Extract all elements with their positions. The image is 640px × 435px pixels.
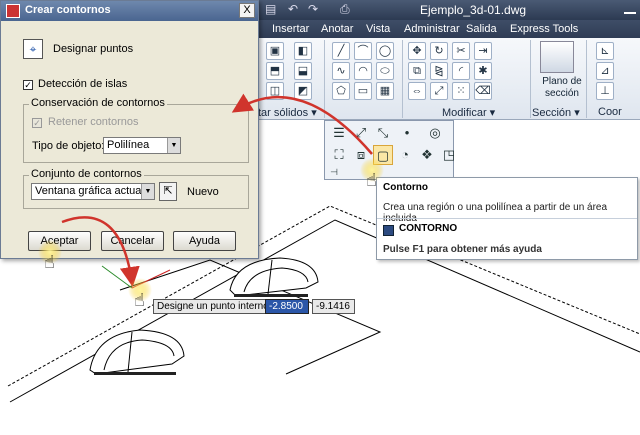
tab-administrar[interactable]: Administrar [404,23,460,35]
new-boundary-set-button[interactable]: ⇱ [159,182,177,201]
trim-icon[interactable]: ✂ [452,42,470,60]
tooltip-title: Contorno [383,182,428,193]
union-icon[interactable]: ▣ [266,42,284,60]
ellipse-icon[interactable]: ⬭ [376,62,394,80]
cancel-button[interactable]: Cancelar [101,231,164,251]
retain-boundaries-checkbox[interactable]: ✓ [32,118,42,128]
tab-vista[interactable]: Vista [366,23,390,35]
dialog-title-text: Crear contornos [25,4,111,16]
ucs-view-icon[interactable]: ⊿ [596,62,614,80]
object-type-label: Tipo de objeto: [32,140,105,152]
create-boundary-dialog: Crear contornos X ⌖ Designar puntos ✓ De… [0,0,259,259]
autocad-icon [6,4,20,18]
tooltip-command: CONTORNO [399,223,458,234]
pick-points-button[interactable]: ⌖ [23,39,43,59]
command-icon [383,225,394,236]
stretch-icon[interactable]: ⇔ [408,82,426,100]
boundary-set-title: Conjunto de contornos [29,168,144,180]
ucs-axis-x [131,269,171,289]
close-button[interactable]: X [239,3,255,18]
polygon-icon[interactable]: ⬠ [332,82,350,100]
window-shape-1 [229,257,319,297]
island-detection-label[interactable]: Detección de islas [38,78,127,90]
dynamic-input-x[interactable]: -2.8500 [265,299,309,314]
tab-anotar[interactable]: Anotar [321,23,353,35]
retain-boundaries-label[interactable]: Retener contornos [48,116,139,128]
print-icon[interactable]: ⎙ [340,2,350,17]
panel-label-section[interactable]: Sección ▾ [532,106,580,119]
subtract-icon[interactable]: ◧ [294,42,312,60]
object-type-select[interactable]: Polilínea ▼ [103,137,181,154]
chevron-down-icon[interactable]: ▼ [141,184,154,199]
array-icon[interactable]: ⁙ [452,82,470,100]
panel-divider [586,40,587,118]
extrude-face-icon[interactable]: ⬒ [266,62,284,80]
pick-points-label: Designar puntos [53,43,134,55]
island-detection-checkbox[interactable]: ✓ [23,80,33,90]
undo-icon[interactable]: ↶ [288,2,298,16]
ucs-axis-y [101,265,133,289]
move-icon[interactable]: ✥ [408,42,426,60]
spline-icon[interactable]: ∿ [332,62,350,80]
ucs-icon[interactable]: ⊾ [596,42,614,60]
arc-icon[interactable]: ◠ [354,62,372,80]
scale-icon[interactable]: ⤢ [430,82,448,100]
dialog-title[interactable]: Crear contornos [1,1,258,21]
dynamic-input-prompt: Designe un punto interno: [153,299,276,314]
separate-icon[interactable]: ◩ [294,82,312,100]
shell-icon[interactable]: ◫ [266,82,284,100]
polyline-icon[interactable]: ⌒ [354,42,372,60]
open-icon[interactable]: ▤ [265,2,276,16]
window-sill-2 [94,372,176,375]
boundary-retention-group [23,104,249,163]
section-plane-icon[interactable] [540,41,574,73]
tooltip-divider [377,218,637,219]
tab-express-tools[interactable]: Express Tools [510,23,578,35]
new-boundary-set-label: Nuevo [187,186,219,198]
copy-icon[interactable]: ⧉ [408,62,426,80]
fillet-icon[interactable]: ◜ [452,62,470,80]
explode-icon[interactable]: ✱ [474,62,492,80]
rotate-icon[interactable]: ↻ [430,42,448,60]
tab-insertar[interactable]: Insertar [272,23,309,35]
help-button[interactable]: Ayuda [173,231,236,251]
tooltip-description: Crea una región o una polilínea a partir… [383,202,608,224]
redo-icon[interactable]: ↷ [308,2,318,16]
ucs-world-icon[interactable]: ⊥ [596,82,614,100]
accept-button[interactable]: Aceptar [28,231,91,251]
window-controls [624,2,636,14]
tooltip-help: Pulse F1 para obtener más ayuda [383,244,542,255]
window-sill-1 [234,294,308,297]
line-icon[interactable]: ╱ [332,42,350,60]
erase-icon[interactable]: ⌫ [474,82,492,100]
tab-salida[interactable]: Salida [466,23,497,35]
mirror-icon[interactable]: ⧎ [430,62,448,80]
taper-icon[interactable]: ⬓ [294,62,312,80]
boundary-set-value: Ventana gráfica actual [35,185,144,197]
section-plane-label[interactable]: Plano de sección [536,76,588,100]
hatch-icon[interactable]: ▦ [376,82,394,100]
extend-icon[interactable]: ⇥ [474,42,492,60]
panel-label-coordinates[interactable]: Coor [598,106,622,118]
panel-divider [324,40,325,118]
minimize-icon[interactable] [624,2,636,14]
dynamic-input-y[interactable]: -9.1416 [312,299,355,314]
boundary-tooltip: Contorno Crea una región o una polilínea… [376,177,638,260]
circle-icon[interactable]: ◯ [376,42,394,60]
boundary-set-select[interactable]: Ventana gráfica actual ▼ [31,183,155,200]
panel-label-modify[interactable]: Modificar ▾ [442,106,495,119]
object-type-value: Polilínea [107,139,150,151]
chevron-down-icon[interactable]: ▼ [167,138,180,153]
panel-divider [530,40,531,118]
boundary-retention-title: Conservación de contornos [29,97,167,109]
panel-label-solids[interactable]: tar sólidos ▾ [258,106,317,119]
document-title: Ejemplo_3d-01.dwg [420,3,527,17]
rectangle-icon[interactable]: ▭ [354,82,372,100]
window-shape-2 [89,329,185,375]
panel-divider [402,40,403,118]
